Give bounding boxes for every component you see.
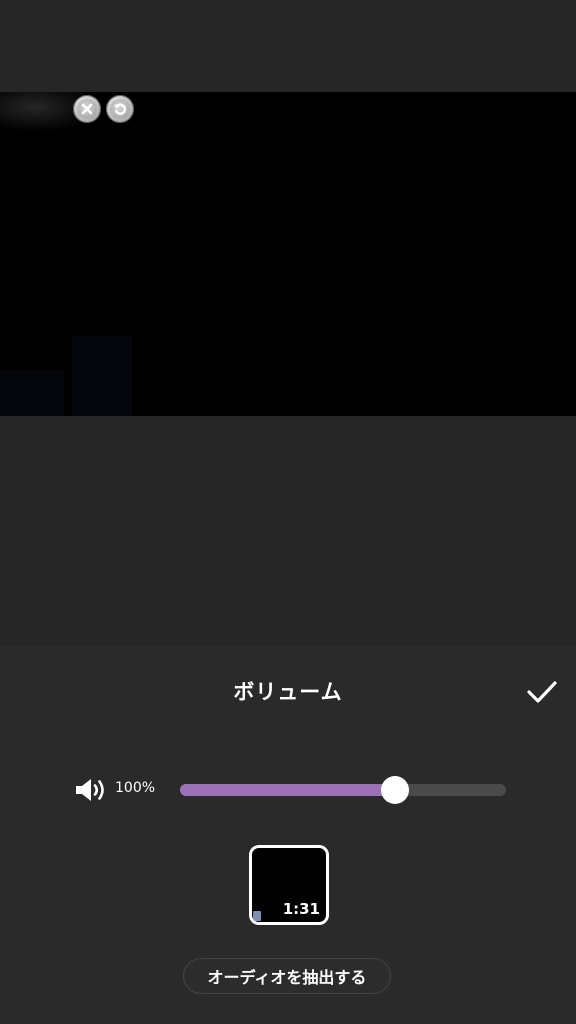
volume-percentage: 100%: [115, 780, 156, 796]
overlay-close-button[interactable]: [73, 95, 101, 123]
preview-shadow-block: [0, 370, 64, 416]
volume-slider-fill: [180, 784, 396, 796]
clip-thumbnail[interactable]: 1:31: [249, 845, 329, 925]
close-icon: [77, 99, 97, 119]
volume-slider[interactable]: [180, 776, 506, 804]
overlay-undo-button[interactable]: [106, 95, 134, 123]
editor-background: [0, 416, 576, 646]
volume-row: 100%: [0, 772, 576, 808]
volume-editor-screen: ボリューム 100% 1:31 オーディオを抽出する: [0, 0, 576, 1024]
extract-audio-button[interactable]: オーディオを抽出する: [183, 958, 391, 994]
preview-shadow-block: [72, 336, 132, 416]
checkmark-icon: [527, 681, 557, 703]
undo-icon: [110, 99, 130, 119]
confirm-button[interactable]: [524, 676, 560, 708]
clip-mini-icon: [253, 911, 261, 921]
speaker-icon: [74, 776, 112, 804]
volume-panel: ボリューム 100% 1:31 オーディオを抽出する: [0, 646, 576, 1024]
top-bar: [0, 0, 576, 92]
volume-slider-thumb[interactable]: [381, 776, 410, 804]
clip-duration: 1:31: [282, 900, 320, 918]
panel-title: ボリューム: [233, 680, 343, 704]
video-preview[interactable]: [0, 92, 576, 416]
